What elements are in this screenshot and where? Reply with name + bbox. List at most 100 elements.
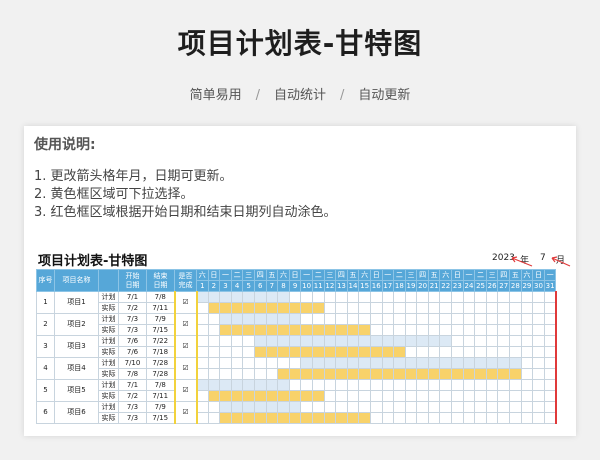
- day-cell: [393, 313, 406, 325]
- done-checkbox[interactable]: ☑: [173, 313, 198, 336]
- done-checkbox[interactable]: ☑: [173, 357, 198, 380]
- done-checkbox[interactable]: ☑: [173, 401, 198, 424]
- row-type: 计划: [98, 335, 119, 347]
- end-date[interactable]: 7/15: [146, 412, 175, 424]
- weekday-header: 四: [497, 269, 511, 281]
- day-cell: [520, 390, 534, 402]
- table-row: 实际 7/6 7/18: [37, 346, 557, 358]
- day-cell: [230, 357, 244, 369]
- project-seq: 6: [36, 401, 55, 424]
- day-cell: [323, 313, 337, 325]
- end-date[interactable]: 7/9: [146, 401, 175, 413]
- day-cell: [520, 412, 534, 424]
- plan-bar-cell: [358, 357, 371, 369]
- day-cell: [323, 379, 337, 391]
- day-cell: [520, 401, 534, 413]
- row-type: 实际: [98, 346, 119, 358]
- end-date[interactable]: 7/11: [146, 390, 175, 402]
- actual-bar-cell: [323, 346, 337, 358]
- done-checkbox[interactable]: ☑: [173, 379, 198, 402]
- weekday-header: 一: [462, 269, 476, 281]
- end-date[interactable]: 7/8: [146, 379, 175, 391]
- day-header: 6: [253, 280, 267, 292]
- done-checkbox[interactable]: ☑: [173, 335, 198, 358]
- day-header: 16: [369, 280, 383, 292]
- actual-bar-cell: [323, 412, 337, 424]
- actual-bar-cell: [393, 346, 406, 358]
- day-cell: [497, 324, 511, 336]
- start-date[interactable]: 7/3: [118, 412, 147, 424]
- weekday-header: 五: [509, 269, 522, 281]
- plan-bar-cell: [277, 379, 290, 391]
- end-date[interactable]: 7/15: [146, 324, 175, 336]
- day-cell: [369, 313, 383, 325]
- day-cell: [416, 313, 429, 325]
- day-cell: [451, 302, 464, 314]
- day-cell: [335, 313, 348, 325]
- table-row: 实际 7/2 7/11: [37, 302, 557, 314]
- actual-bar-cell: [416, 368, 429, 380]
- end-date[interactable]: 7/28: [146, 357, 175, 369]
- day-cell: [207, 335, 221, 347]
- day-cell: [416, 390, 429, 402]
- day-cell: [485, 412, 499, 424]
- plan-bar-cell: [369, 335, 383, 347]
- row-type: 实际: [98, 412, 119, 424]
- day-cell: [335, 379, 348, 391]
- start-date[interactable]: 7/8: [118, 368, 147, 380]
- plan-bar-cell: [323, 335, 337, 347]
- day-cell: [532, 401, 545, 413]
- day-cell: [219, 346, 232, 358]
- actual-bar-cell: [242, 324, 255, 336]
- end-date[interactable]: 7/22: [146, 335, 175, 347]
- start-date[interactable]: 7/6: [118, 346, 147, 358]
- day-cell: [462, 379, 476, 391]
- start-date[interactable]: 7/3: [118, 324, 147, 336]
- done-checkbox[interactable]: ☑: [173, 291, 198, 314]
- start-date[interactable]: 7/2: [118, 390, 147, 402]
- day-cell: [439, 401, 453, 413]
- day-cell: [532, 412, 545, 424]
- day-cell: [439, 412, 453, 424]
- start-date[interactable]: 7/10: [118, 357, 147, 369]
- day-cell: [369, 302, 383, 314]
- plan-bar-cell: [369, 357, 383, 369]
- day-cell: [439, 379, 453, 391]
- day-cell: [474, 291, 487, 303]
- actual-bar-cell: [277, 412, 290, 424]
- day-cell: [497, 302, 511, 314]
- end-date[interactable]: 7/28: [146, 368, 175, 380]
- day-cell: [474, 379, 487, 391]
- start-date[interactable]: 7/1: [118, 379, 147, 391]
- plan-bar-cell: [288, 313, 302, 325]
- day-cell: [207, 357, 221, 369]
- plan-bar-cell: [277, 313, 290, 325]
- day-cell: [485, 401, 499, 413]
- day-cell: [195, 346, 209, 358]
- start-date[interactable]: 7/6: [118, 335, 147, 347]
- day-cell: [369, 379, 383, 391]
- day-cell: [485, 390, 499, 402]
- plan-bar-cell: [288, 401, 302, 413]
- weekday-header: 四: [253, 269, 267, 281]
- end-date[interactable]: 7/8: [146, 291, 175, 303]
- start-date[interactable]: 7/3: [118, 401, 147, 413]
- start-date[interactable]: 7/3: [118, 313, 147, 325]
- actual-bar-cell: [265, 346, 279, 358]
- row-type: 计划: [98, 313, 119, 325]
- day-cell: [404, 346, 418, 358]
- day-cell: [207, 401, 221, 413]
- end-date[interactable]: 7/9: [146, 313, 175, 325]
- plan-bar-cell: [485, 357, 499, 369]
- start-date[interactable]: 7/1: [118, 291, 147, 303]
- start-date[interactable]: 7/2: [118, 302, 147, 314]
- actual-bar-cell: [381, 346, 395, 358]
- day-cell: [311, 313, 325, 325]
- end-date[interactable]: 7/18: [146, 346, 175, 358]
- plan-bar-cell: [219, 379, 232, 391]
- end-date[interactable]: 7/11: [146, 302, 175, 314]
- day-cell: [532, 291, 545, 303]
- header-start: 开始 日期: [118, 269, 147, 292]
- plan-bar-cell: [346, 357, 360, 369]
- usage-item: 1. 更改箭头格年月，日期可更新。: [34, 169, 233, 184]
